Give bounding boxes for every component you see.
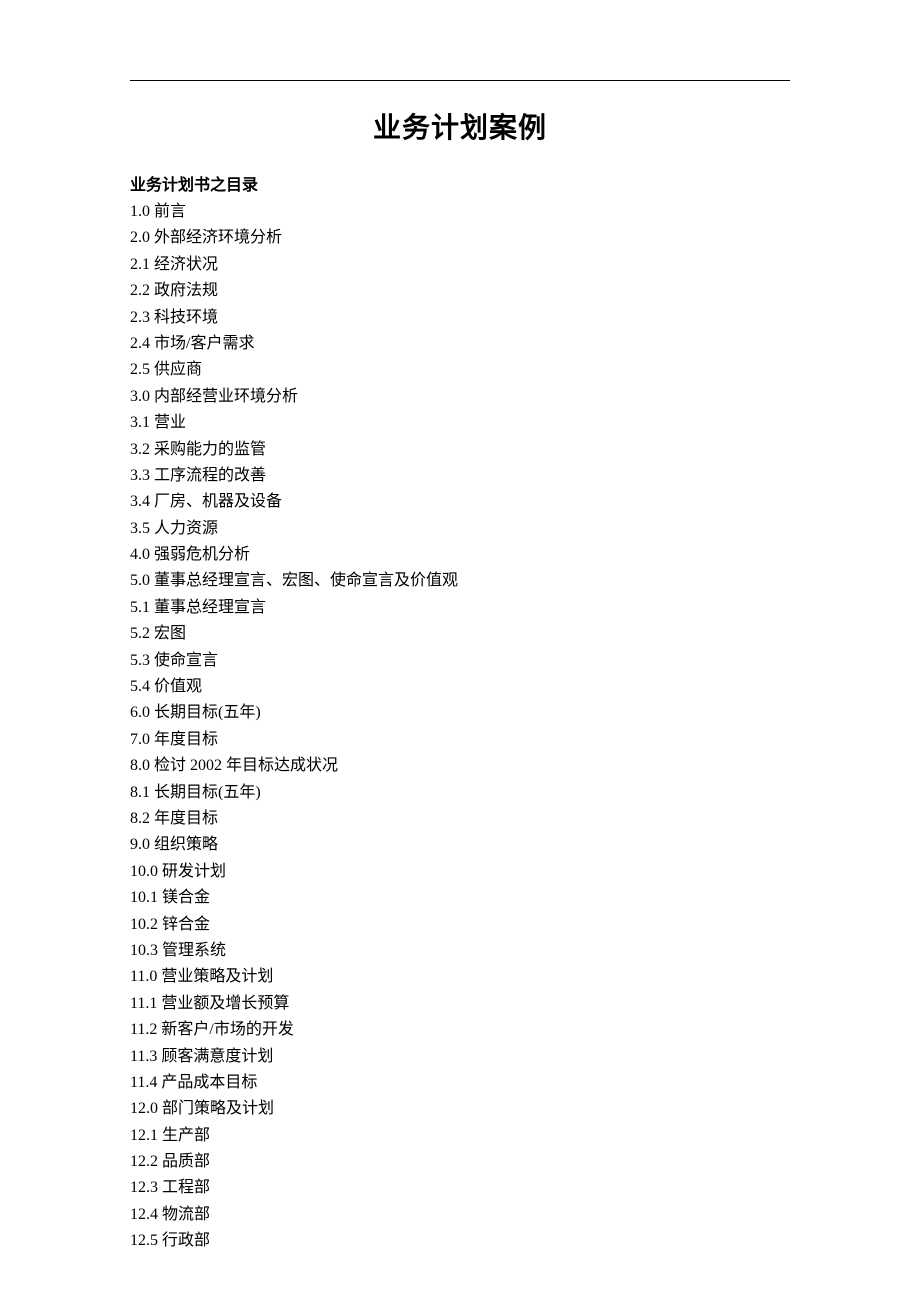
toc-item: 9.0 组织策略	[130, 832, 790, 858]
toc-item: 8.2 年度目标	[130, 806, 790, 832]
toc-item: 3.4 厂房、机器及设备	[130, 489, 790, 515]
toc-item: 12.5 行政部	[130, 1228, 790, 1254]
toc-item: 2.3 科技环境	[130, 305, 790, 331]
toc-list: 1.0 前言 2.0 外部经济环境分析 2.1 经济状况 2.2 政府法规 2.…	[130, 199, 790, 1255]
toc-item: 2.0 外部经济环境分析	[130, 225, 790, 251]
toc-item: 12.3 工程部	[130, 1175, 790, 1201]
toc-item: 10.1 镁合金	[130, 885, 790, 911]
document-title: 业务计划案例	[130, 106, 790, 146]
toc-item: 3.2 采购能力的监管	[130, 437, 790, 463]
toc-item: 3.5 人力资源	[130, 516, 790, 542]
toc-item: 6.0 长期目标(五年)	[130, 700, 790, 726]
toc-item: 12.2 品质部	[130, 1149, 790, 1175]
toc-item: 11.1 营业额及增长预算	[130, 991, 790, 1017]
toc-item: 5.2 宏图	[130, 621, 790, 647]
toc-heading: 业务计划书之目录	[130, 171, 790, 195]
toc-item: 2.5 供应商	[130, 357, 790, 383]
toc-item: 12.4 物流部	[130, 1202, 790, 1228]
toc-item: 8.1 长期目标(五年)	[130, 780, 790, 806]
toc-item: 12.0 部门策略及计划	[130, 1096, 790, 1122]
toc-item: 1.0 前言	[130, 199, 790, 225]
toc-item: 11.2 新客户/市场的开发	[130, 1017, 790, 1043]
toc-item: 2.2 政府法规	[130, 278, 790, 304]
toc-item: 3.1 营业	[130, 410, 790, 436]
toc-item: 7.0 年度目标	[130, 727, 790, 753]
toc-item: 5.4 价值观	[130, 674, 790, 700]
toc-item: 4.0 强弱危机分析	[130, 542, 790, 568]
toc-item: 3.3 工序流程的改善	[130, 463, 790, 489]
toc-item: 10.0 研发计划	[130, 859, 790, 885]
toc-item: 11.4 产品成本目标	[130, 1070, 790, 1096]
toc-item: 5.3 使命宣言	[130, 648, 790, 674]
toc-item: 5.1 董事总经理宣言	[130, 595, 790, 621]
toc-item: 2.1 经济状况	[130, 252, 790, 278]
header-divider	[130, 80, 790, 81]
toc-item: 12.1 生产部	[130, 1123, 790, 1149]
toc-item: 3.0 内部经营业环境分析	[130, 384, 790, 410]
toc-item: 11.0 营业策略及计划	[130, 964, 790, 990]
toc-item: 2.4 市场/客户需求	[130, 331, 790, 357]
toc-item: 8.0 检讨 2002 年目标达成状况	[130, 753, 790, 779]
toc-item: 5.0 董事总经理宣言、宏图、使命宣言及价值观	[130, 568, 790, 594]
toc-item: 10.2 锌合金	[130, 912, 790, 938]
toc-item: 10.3 管理系统	[130, 938, 790, 964]
toc-item: 11.3 顾客满意度计划	[130, 1044, 790, 1070]
